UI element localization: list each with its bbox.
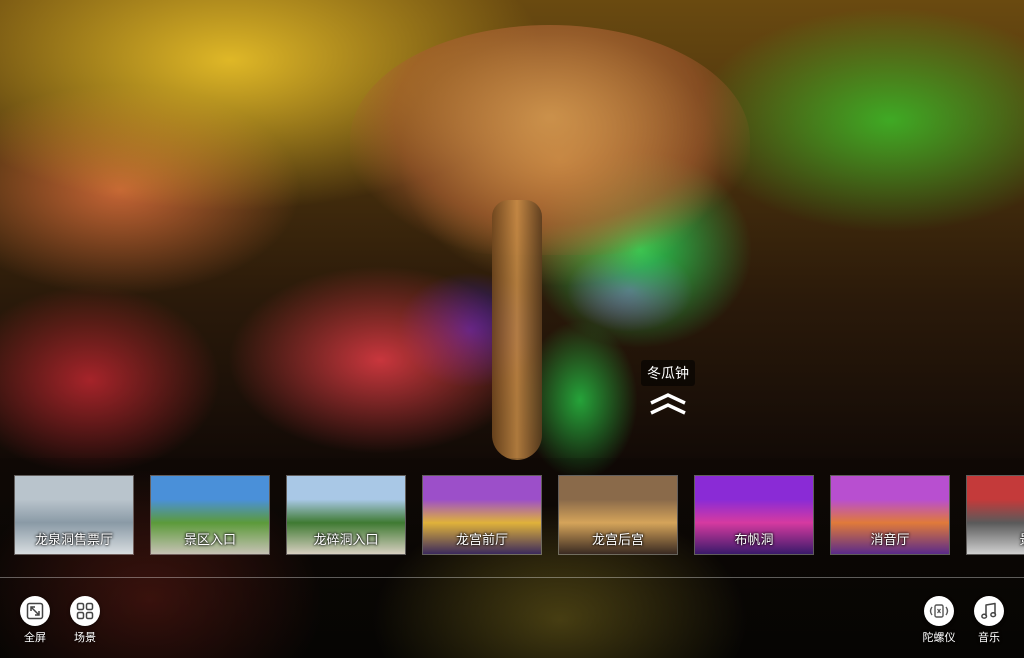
scene-thumbnail-strip[interactable]: 龙泉洞售票厅 景区入口 龙碎洞入口 龙宫前厅 龙宫后宫 布帆洞 消音厅 景 <box>14 475 1024 555</box>
scene-thumbnail[interactable]: 消音厅 <box>830 475 950 555</box>
scene-thumbnail-label: 龙宫前厅 <box>455 533 508 548</box>
scene-thumbnail[interactable]: 龙碎洞入口 <box>286 475 406 555</box>
hotspot-label[interactable]: 冬瓜钟 <box>641 360 695 386</box>
stalactite-cap <box>350 25 750 255</box>
gyroscope-control[interactable]: 陀螺仪 <box>917 596 961 645</box>
scene-thumbnail-label: 龙碎洞入口 <box>313 533 379 548</box>
scene-thumbnail[interactable]: 龙宫前厅 <box>422 475 542 555</box>
scene-thumbnail-label: 消音厅 <box>870 533 910 548</box>
grid-icon <box>76 602 94 620</box>
scene-thumbnail-label: 龙泉洞售票厅 <box>34 533 113 548</box>
fullscreen-button[interactable] <box>20 596 50 626</box>
music-note-icon <box>981 602 997 619</box>
panorama-viewer[interactable]: 冬瓜钟 龙泉洞售票厅 景区入口 龙碎洞入口 龙宫前厅 龙宫后宫 布帆洞 消音厅 景 全屏 <box>0 0 1024 658</box>
scene-thumbnail-label: 景区入口 <box>183 533 236 548</box>
divider <box>0 577 1024 578</box>
scene-thumbnail-label: 布帆洞 <box>734 533 774 548</box>
scene-thumbnail[interactable]: 龙宫后宫 <box>558 475 678 555</box>
fullscreen-label: 全屏 <box>24 631 46 644</box>
scene-thumbnail[interactable]: 龙泉洞售票厅 <box>14 475 134 555</box>
gyroscope-label: 陀螺仪 <box>922 631 956 644</box>
fullscreen-icon <box>26 602 44 620</box>
double-chevron-up-icon[interactable] <box>645 392 691 416</box>
scene-thumbnail-label: 景 <box>967 529 1024 548</box>
fullscreen-control[interactable]: 全屏 <box>13 596 57 645</box>
gyroscope-icon <box>929 604 949 618</box>
scenes-control[interactable]: 场景 <box>63 596 107 645</box>
scenes-label: 场景 <box>74 631 96 644</box>
scene-thumbnail[interactable]: 景 <box>966 475 1024 555</box>
scene-thumbnail-label: 龙宫后宫 <box>591 533 644 548</box>
music-button[interactable] <box>974 596 1004 626</box>
scene-thumbnail[interactable]: 景区入口 <box>150 475 270 555</box>
scenes-button[interactable] <box>70 596 100 626</box>
music-control[interactable]: 音乐 <box>967 596 1011 645</box>
stalactite-column <box>492 200 542 460</box>
gyroscope-button[interactable] <box>924 596 954 626</box>
music-label: 音乐 <box>978 631 1000 644</box>
scene-thumbnail[interactable]: 布帆洞 <box>694 475 814 555</box>
hotspot[interactable]: 冬瓜钟 <box>639 360 697 416</box>
